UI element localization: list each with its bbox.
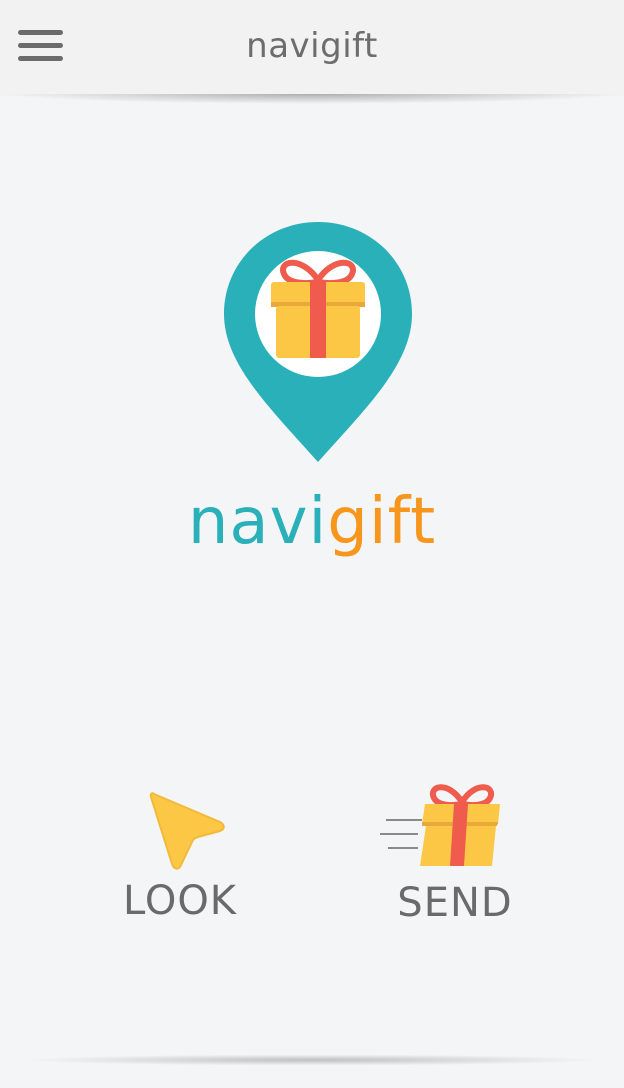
- app-bar-title: navigift: [246, 26, 378, 66]
- send-label: SEND: [397, 880, 513, 926]
- logo-text-gift: gift: [327, 485, 437, 559]
- cursor-arrow-icon: [149, 792, 225, 870]
- app-bar-shadow: [0, 94, 624, 104]
- logo-text-navi: navi: [187, 485, 328, 559]
- send-button[interactable]: SEND: [370, 776, 540, 926]
- map-pin-gift-icon: [224, 222, 412, 462]
- bottom-divider: [0, 1054, 624, 1066]
- look-button[interactable]: LOOK: [100, 786, 260, 926]
- flying-gift-icon: [380, 784, 500, 866]
- app-bar: navigift: [0, 0, 624, 96]
- look-label: LOOK: [122, 878, 238, 924]
- logo-wordmark: navigift: [0, 482, 624, 562]
